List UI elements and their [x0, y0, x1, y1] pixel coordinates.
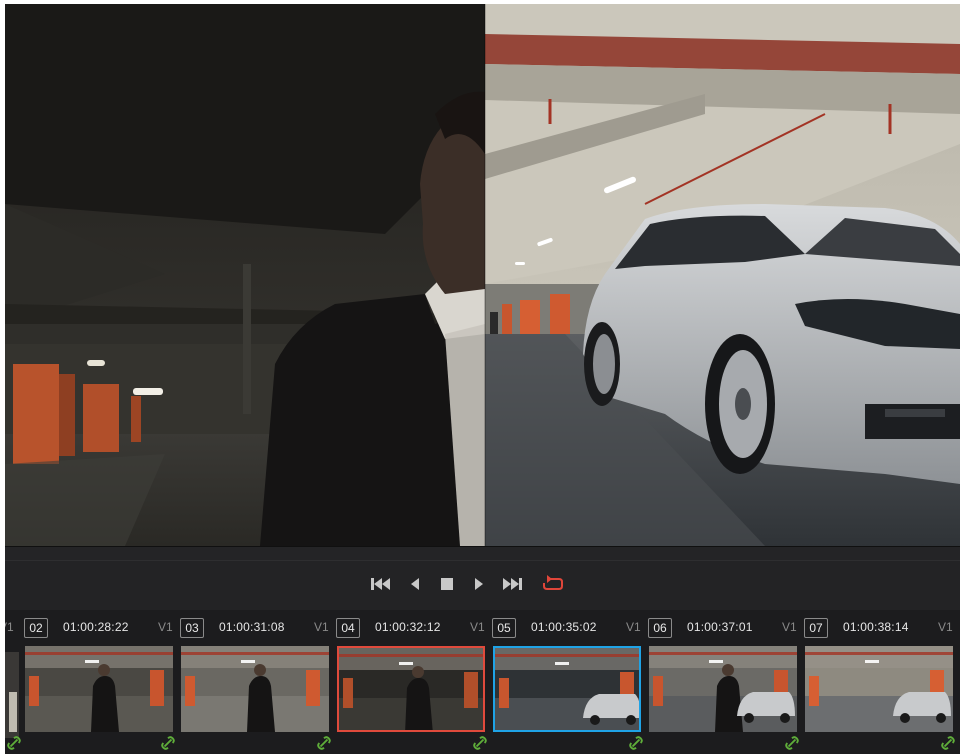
split-screen-viewer[interactable]: [5, 4, 960, 546]
clip-header: 03 01:00:31:08 V1: [180, 618, 337, 640]
clip-thumbnail-image: [649, 646, 797, 732]
stop-icon: [441, 578, 453, 590]
clip-02[interactable]: 02 01:00:28:22 V1: [24, 610, 181, 754]
clip-header: 06 01:00:37:01 V1: [648, 618, 805, 640]
clip-track-label: V1: [314, 620, 329, 634]
clip-track-label: V1: [470, 620, 485, 634]
clip-number: 03: [180, 618, 204, 638]
clip-07[interactable]: 07 01:00:38:14 V1: [804, 610, 960, 754]
loop-button[interactable]: [541, 573, 565, 595]
jump-to-end-button[interactable]: [500, 573, 524, 595]
viewer-left-half: [5, 4, 485, 546]
clip-track-label: V1: [626, 620, 641, 634]
skip-back-icon: [371, 578, 390, 590]
jump-to-start-button[interactable]: [369, 573, 393, 595]
viewer-right-half: [485, 4, 960, 546]
clip-thumbnail[interactable]: [181, 646, 329, 732]
clip-06[interactable]: 06 01:00:37:01 V1: [648, 610, 805, 754]
clip-thumbnail[interactable]: [649, 646, 797, 732]
clip-track-label: V1: [158, 620, 173, 634]
clip-thumbnail-image: [25, 646, 173, 732]
clip-track-label: V1: [782, 620, 797, 634]
link-icon: [785, 736, 799, 750]
clip-number: 06: [648, 618, 672, 638]
link-icon: [161, 736, 175, 750]
play-reverse-button[interactable]: [407, 573, 423, 595]
clip-timecode: 01:00:37:01: [687, 620, 753, 634]
link-icon: [629, 736, 643, 750]
stop-button[interactable]: [439, 573, 455, 595]
clip-timecode: 01:00:28:22: [63, 620, 129, 634]
viewer-divider: [5, 546, 960, 561]
clip-thumbnail[interactable]: [25, 646, 173, 732]
clip-header: 04 01:00:32:12 V1: [336, 618, 493, 640]
transport-controls: [5, 560, 960, 612]
clip-03[interactable]: 03 01:00:31:08 V1: [180, 610, 337, 754]
clip-timecode: 01:00:38:14: [843, 620, 909, 634]
clip-thumbnail-image: [181, 646, 329, 732]
clip-number: 05: [492, 618, 516, 638]
clip-thumbnail[interactable]: [805, 646, 953, 732]
clip-thumbnail[interactable]: [493, 646, 641, 732]
clip-thumbnail-strip: V1 02 01:00:28:22 V1 03 01:00:31:08 V1 04 01:00…: [5, 610, 960, 754]
clip-thumbnail-image: [339, 648, 483, 730]
play-icon: [475, 578, 483, 590]
clip-header: 02 01:00:28:22 V1: [24, 618, 181, 640]
play-forward-button[interactable]: [471, 573, 487, 595]
link-icon: [317, 736, 331, 750]
clip-thumbnail-image: [805, 646, 953, 732]
clip-timecode: 01:00:32:12: [375, 620, 441, 634]
clip-timecode: 01:00:35:02: [531, 620, 597, 634]
link-icon: [473, 736, 487, 750]
clip-header: 05 01:00:35:02 V1: [492, 618, 649, 640]
link-icon: [7, 736, 21, 750]
clip-number: 07: [804, 618, 828, 638]
clip-header: 07 01:00:38:14 V1: [804, 618, 960, 640]
leading-track-label: V1: [5, 620, 14, 634]
clip-thumbnail[interactable]: [337, 646, 485, 732]
color-page-window: V1 02 01:00:28:22 V1 03 01:00:31:08 V1 04 01:00…: [5, 4, 960, 754]
skip-forward-icon: [503, 578, 522, 590]
clip-05[interactable]: 05 01:00:35:02 V1: [492, 610, 649, 754]
loop-icon: [543, 575, 563, 590]
play-reverse-icon: [411, 578, 419, 590]
clip-04[interactable]: 04 01:00:32:12 V1: [336, 610, 493, 754]
clip-thumbnail-image: [495, 648, 639, 730]
viewer-image: [5, 4, 960, 546]
clip-number: 02: [24, 618, 48, 638]
link-icon: [941, 736, 955, 750]
clip-number: 04: [336, 618, 360, 638]
partial-clip-thumbnail[interactable]: [5, 652, 19, 738]
clip-timecode: 01:00:31:08: [219, 620, 285, 634]
clip-track-label: V1: [938, 620, 953, 634]
